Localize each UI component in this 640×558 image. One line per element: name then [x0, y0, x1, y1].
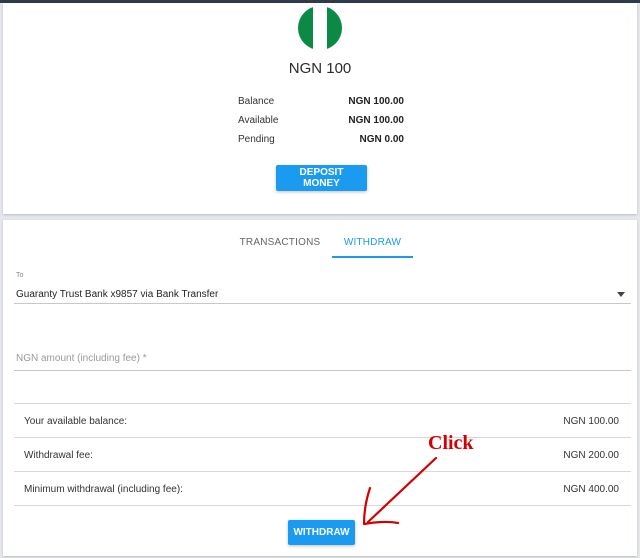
active-tab-indicator — [332, 256, 413, 258]
withdraw-info-table: Your available balance: NGN 100.00 Withd… — [14, 403, 631, 506]
wallet-title: NGN 100 — [288, 60, 352, 77]
info-value: NGN 200.00 — [563, 450, 619, 461]
info-value: NGN 400.00 — [563, 484, 619, 495]
flag-stripe-middle — [312, 6, 328, 50]
available-value: NGN 100.00 — [348, 115, 404, 126]
amount-input-underline — [14, 370, 631, 371]
info-row-available-balance: Your available balance: NGN 100.00 — [14, 404, 631, 438]
info-label: Your available balance: — [24, 416, 128, 427]
click-annotation-text: Click — [428, 432, 474, 454]
nigeria-flag-icon — [298, 6, 342, 50]
tab-transactions[interactable]: TRANSACTIONS — [226, 237, 334, 248]
pending-value: NGN 0.00 — [359, 134, 404, 145]
info-row-minimum-withdrawal: Minimum withdrawal (including fee): NGN … — [14, 472, 631, 506]
balance-value: NGN 100.00 — [348, 96, 404, 107]
info-label: Minimum withdrawal (including fee): — [24, 484, 183, 495]
dropdown-arrow-icon[interactable] — [617, 292, 625, 297]
info-label: Withdrawal fee: — [24, 450, 93, 461]
deposit-money-button[interactable]: DEPOSIT MONEY — [276, 165, 367, 191]
balance-label: Balance — [238, 96, 275, 107]
info-row-withdrawal-fee: Withdrawal fee: NGN 200.00 — [14, 438, 631, 472]
to-select-underline — [14, 303, 631, 304]
tab-withdraw[interactable]: WITHDRAW — [332, 237, 413, 248]
info-value: NGN 100.00 — [563, 416, 619, 427]
pending-label: Pending — [238, 134, 275, 145]
amount-input[interactable] — [14, 348, 635, 368]
to-field-label: To — [16, 272, 24, 279]
available-label: Available — [238, 115, 279, 126]
to-account-select[interactable]: Guaranty Trust Bank x9857 via Bank Trans… — [16, 289, 218, 300]
withdraw-submit-button[interactable]: WITHDRAW — [288, 520, 355, 545]
